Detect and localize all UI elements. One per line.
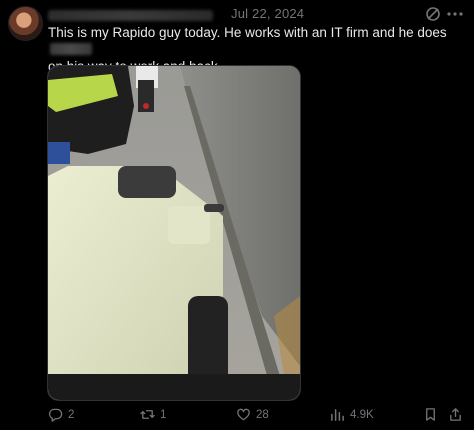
reply-icon	[48, 408, 63, 422]
views-count: 4.9K	[350, 408, 374, 421]
more-icon[interactable]	[446, 7, 464, 21]
like-count: 28	[256, 408, 269, 421]
action-bar: 2 1 28 4.9K	[0, 400, 474, 430]
tweet-post[interactable]: Jul 22, 2024 This is my Rapido guy today…	[0, 0, 474, 430]
post-photo[interactable]	[47, 65, 301, 401]
bookmark-button[interactable]	[423, 407, 438, 422]
reply-count: 2	[68, 408, 75, 421]
avatar[interactable]	[8, 6, 43, 41]
share-icon	[450, 408, 461, 421]
redacted-text	[50, 43, 92, 55]
post-date[interactable]: Jul 22, 2024	[231, 6, 304, 21]
grok-icon[interactable]	[425, 6, 441, 22]
reply-button[interactable]: 2	[48, 407, 74, 422]
like-button[interactable]: 28	[236, 407, 269, 422]
redacted-username[interactable]	[48, 10, 213, 21]
views-icon	[331, 409, 344, 421]
share-button[interactable]	[448, 407, 463, 422]
views-button[interactable]: 4.9K	[330, 407, 374, 422]
bookmark-icon	[426, 408, 435, 421]
repost-button[interactable]: 1	[140, 407, 166, 422]
photo-scene	[48, 66, 300, 400]
repost-count: 1	[160, 408, 167, 421]
repost-icon	[140, 410, 155, 419]
tweet-text-line1: This is my Rapido guy today. He works wi…	[48, 25, 447, 40]
like-icon	[237, 408, 250, 421]
